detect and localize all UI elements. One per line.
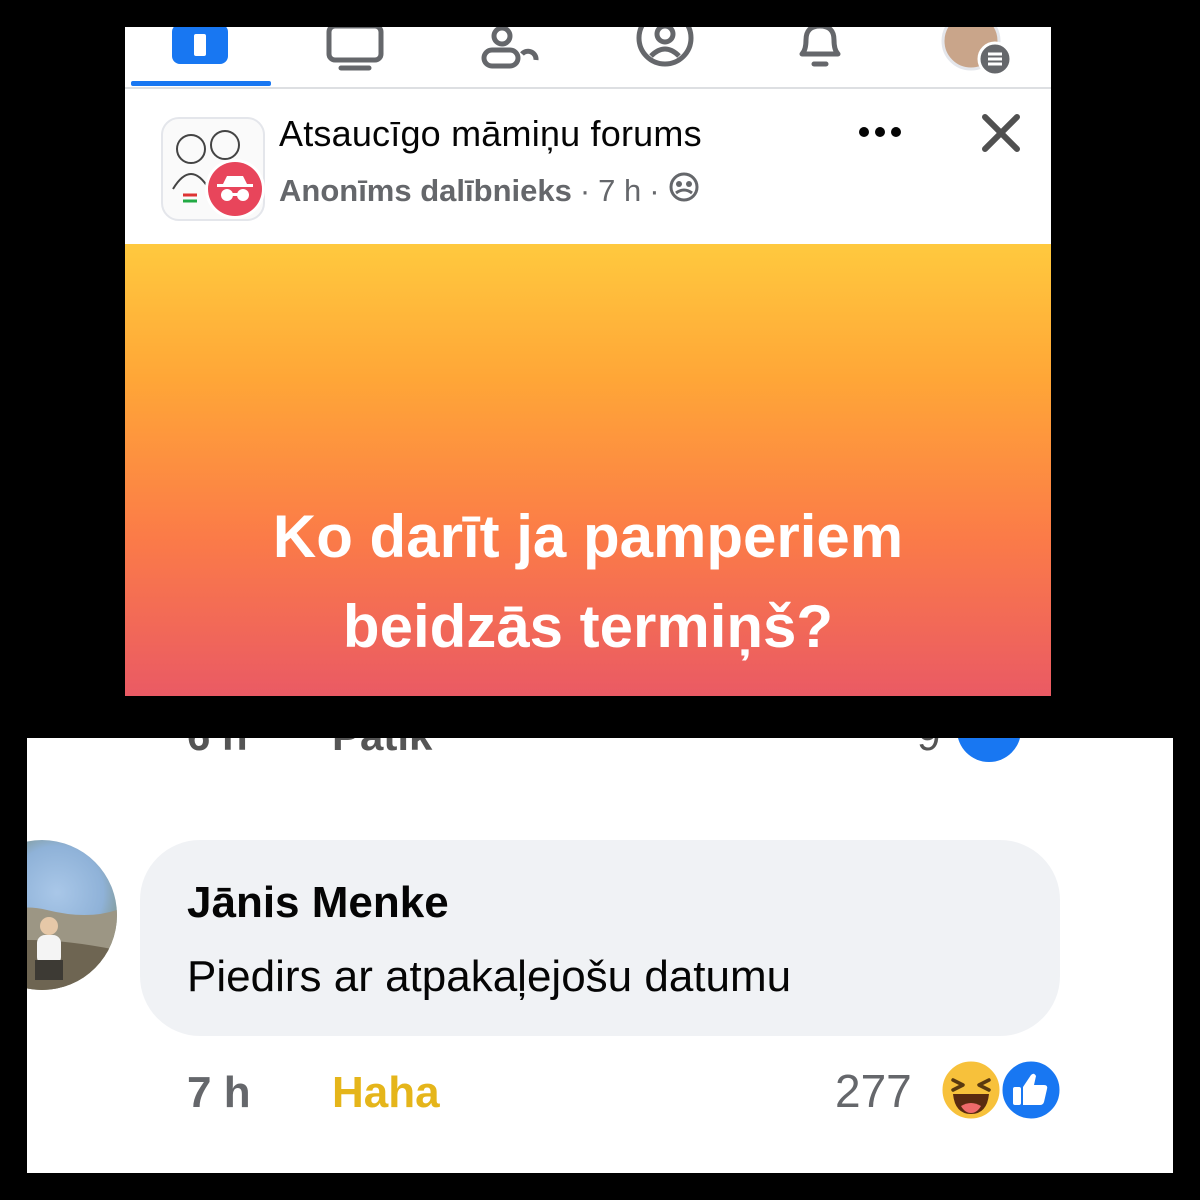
post-panel: Atsaucīgo māmiņu forums Anonīms dalībnie… bbox=[125, 27, 1051, 696]
commenter-avatar[interactable] bbox=[27, 840, 117, 990]
previous-like-reaction-icon bbox=[957, 738, 1021, 762]
comment-panel: 6 h Patīk 9 Jānis Menke Piedirs ar atpak… bbox=[27, 738, 1173, 1173]
group-name[interactable]: Atsaucīgo māmiņu forums bbox=[279, 113, 702, 155]
comment-text: Piedirs ar atpakaļejošu datumu bbox=[187, 952, 792, 1001]
watch-icon[interactable] bbox=[325, 27, 385, 79]
meta-separator-2: · bbox=[649, 173, 660, 208]
top-navbar bbox=[125, 27, 1051, 87]
post-time[interactable]: 7 h bbox=[598, 173, 641, 209]
comment-bubble: Jānis Menke Piedirs ar atpakaļejošu datu… bbox=[140, 840, 1060, 1036]
meta-separator: · bbox=[579, 173, 591, 208]
previous-reaction-count[interactable]: 9 bbox=[917, 738, 940, 760]
previous-like-button[interactable]: Patīk bbox=[332, 738, 432, 760]
more-options-icon[interactable] bbox=[855, 117, 905, 147]
comment-time[interactable]: 7 h bbox=[187, 1068, 251, 1118]
reaction-count[interactable]: 277 bbox=[835, 1064, 912, 1118]
like-icon bbox=[999, 1058, 1063, 1122]
previous-comment-time[interactable]: 6 h bbox=[187, 738, 248, 760]
notifications-icon[interactable] bbox=[790, 27, 850, 79]
close-icon[interactable] bbox=[975, 107, 1027, 159]
post-text-line-1: Ko darīt ja pamperiem bbox=[272, 503, 904, 570]
comment-author[interactable]: Jānis Menke bbox=[187, 878, 449, 928]
post-header: Atsaucīgo māmiņu forums Anonīms dalībnie… bbox=[125, 89, 1051, 244]
post-author[interactable]: Anonīms dalībnieks bbox=[279, 173, 572, 209]
comment-actions: 7 h Haha 277 bbox=[27, 1058, 1173, 1128]
post-text-line-2: beidzās termiņš? bbox=[342, 593, 834, 660]
previous-comment-actions: 6 h Patīk 9 bbox=[27, 738, 1173, 778]
active-tab-indicator bbox=[131, 81, 271, 86]
home-icon[interactable] bbox=[170, 27, 230, 79]
profile-icon[interactable] bbox=[635, 27, 695, 79]
menu-avatar-icon[interactable] bbox=[933, 27, 1017, 79]
haha-icon bbox=[939, 1058, 1003, 1122]
groups-icon[interactable] bbox=[480, 27, 540, 79]
post-meta: Anonīms dalībnieks · 7 h · bbox=[279, 171, 700, 211]
group-privacy-icon bbox=[668, 171, 700, 211]
post-text: Ko darīt ja pamperiem beidzās termiņš? bbox=[165, 492, 1011, 672]
post-background: Ko darīt ja pamperiem beidzās termiņš? bbox=[125, 244, 1051, 696]
incognito-icon bbox=[208, 162, 262, 216]
haha-reaction-button[interactable]: Haha bbox=[332, 1068, 440, 1118]
anonymous-badge bbox=[205, 159, 265, 219]
